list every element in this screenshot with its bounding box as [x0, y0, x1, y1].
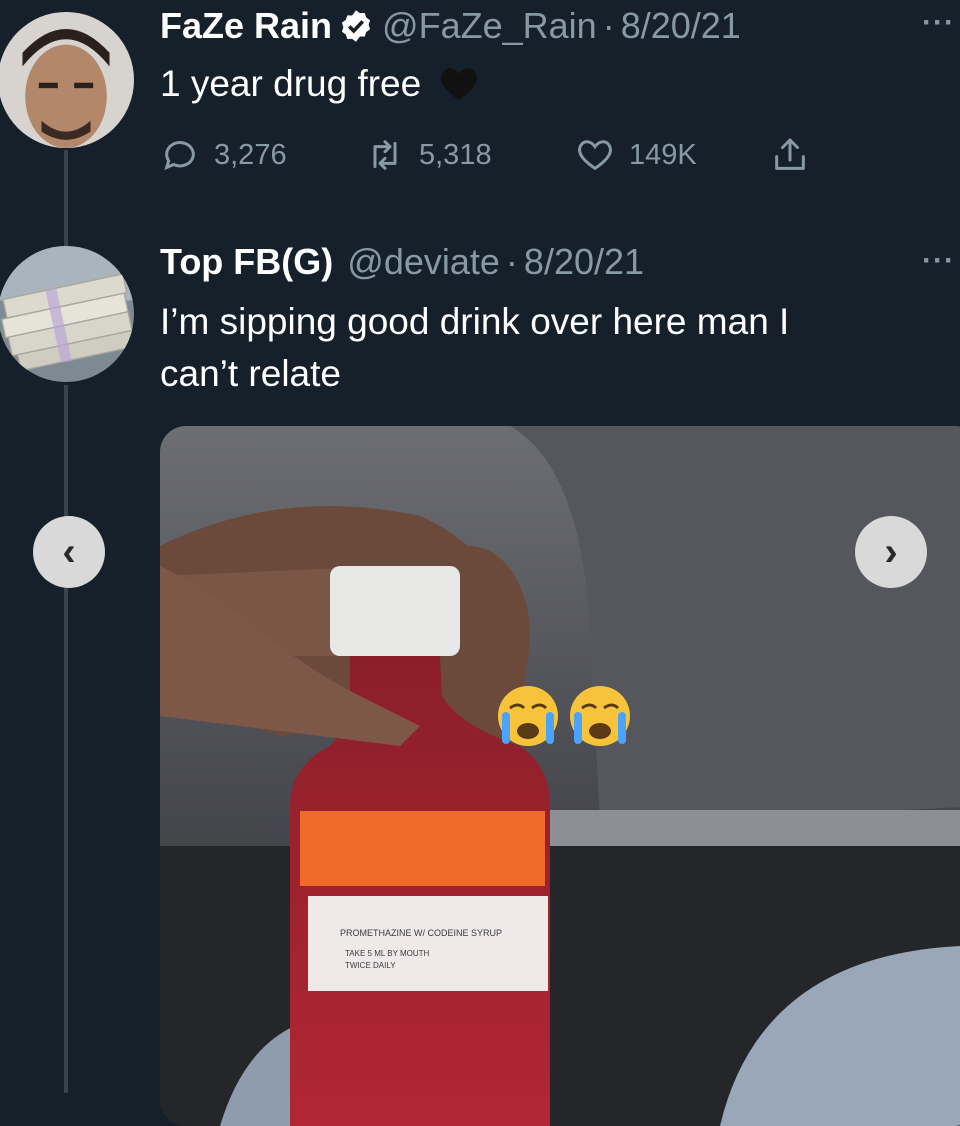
bottle-label-text: PROMETHAZINE W/ CODEINE SYRUP	[340, 928, 502, 938]
retweet-count: 5,318	[419, 138, 492, 171]
avatar[interactable]	[0, 12, 134, 148]
tweet-actions: 3,276 5,318 149K	[160, 132, 824, 178]
tweet-text: 1 year drug free	[160, 58, 480, 110]
media-photo: PROMETHAZINE W/ CODEINE SYRUP TAKE 5 ML …	[160, 426, 960, 1126]
avatar[interactable]	[0, 246, 134, 382]
like-count: 149K	[629, 138, 697, 171]
share-button[interactable]	[770, 135, 824, 175]
more-options-icon[interactable]: ···	[922, 6, 955, 40]
tweet-text: I’m sipping good drink over here man I c…	[160, 296, 789, 400]
like-button[interactable]: 149K	[575, 135, 770, 175]
tweet-header: FaZe Rain @FaZe_Rain · 8/20/21	[160, 5, 741, 47]
tweet-text-content: 1 year drug free	[160, 63, 422, 104]
display-name[interactable]: Top FB(G)	[160, 241, 333, 283]
black-heart-emoji-icon	[438, 64, 480, 101]
retweet-button[interactable]: 5,318	[365, 135, 575, 175]
chevron-right-icon: ›	[884, 529, 898, 574]
display-name[interactable]: FaZe Rain	[160, 5, 332, 47]
tweet-text-line: can’t relate	[160, 353, 341, 394]
share-icon	[775, 138, 805, 170]
chevron-left-icon: ‹	[62, 529, 76, 574]
handle[interactable]: @deviate	[347, 241, 500, 283]
bottle-label-text: TWICE DAILY	[345, 961, 396, 970]
thread-line	[64, 150, 68, 246]
timestamp[interactable]: 8/20/21	[524, 241, 644, 283]
tweet-media-image[interactable]: PROMETHAZINE W/ CODEINE SYRUP TAKE 5 ML …	[160, 426, 960, 1126]
verified-badge-icon	[338, 8, 374, 44]
handle[interactable]: @FaZe_Rain	[382, 5, 597, 47]
crying-face-emoji-icon	[498, 686, 558, 746]
reply-icon	[164, 141, 195, 171]
reply-button[interactable]: 3,276	[160, 135, 365, 175]
reply-count: 3,276	[214, 138, 287, 171]
bottle-label-text: TAKE 5 ML BY MOUTH	[345, 949, 430, 958]
more-options-icon[interactable]: ···	[922, 244, 955, 278]
avatar-photo	[0, 246, 134, 382]
timestamp[interactable]: 8/20/21	[621, 5, 741, 47]
avatar-photo	[0, 12, 134, 148]
crying-face-emoji-icon	[570, 686, 630, 746]
tweet-header: Top FB(G) @deviate · 8/20/21	[160, 241, 644, 283]
separator: ·	[602, 5, 615, 46]
next-media-button[interactable]: ›	[855, 516, 927, 588]
heart-icon	[578, 140, 612, 171]
tweet-text-line: I’m sipping good drink over here man I	[160, 301, 790, 342]
thread-line	[64, 385, 68, 1093]
retweet-icon	[373, 140, 397, 170]
separator: ·	[505, 241, 518, 282]
previous-media-button[interactable]: ‹	[33, 516, 105, 588]
